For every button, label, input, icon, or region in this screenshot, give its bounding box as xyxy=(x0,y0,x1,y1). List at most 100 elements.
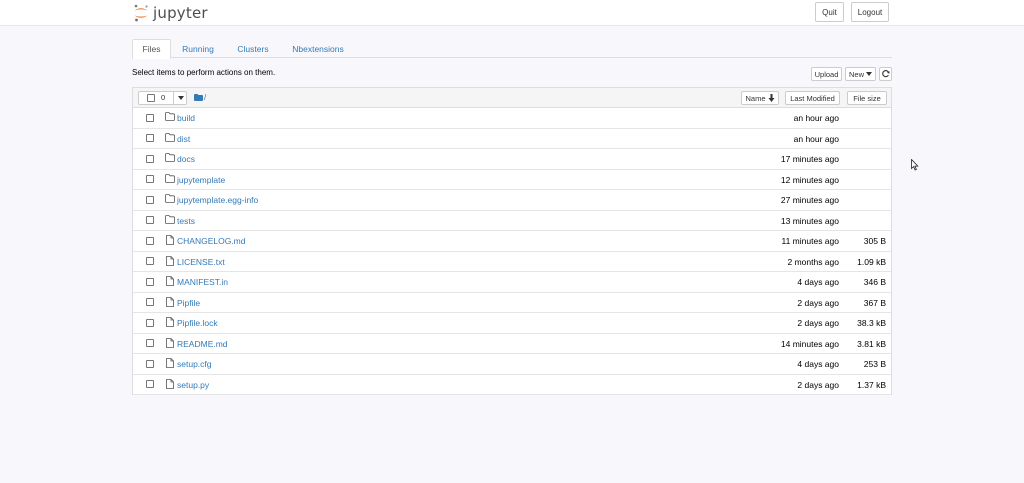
item-size: 3.81 kB xyxy=(857,338,886,349)
file-icon xyxy=(166,358,174,370)
item-modified: 4 days ago xyxy=(797,277,839,287)
upload-button[interactable]: Upload xyxy=(811,67,842,81)
list-item[interactable]: tests 13 minutes ago xyxy=(133,211,891,231)
list-item[interactable]: docs 17 minutes ago xyxy=(133,149,891,170)
item-modified: 17 minutes ago xyxy=(780,154,839,164)
item-name-link[interactable]: Pipfile.lock xyxy=(177,318,218,328)
item-size: 1.09 kB xyxy=(857,256,886,267)
tab-clusters[interactable]: Clusters xyxy=(229,39,277,58)
select-all-checkbox[interactable] xyxy=(147,94,155,102)
item-modified: 27 minutes ago xyxy=(780,195,839,205)
file-icon xyxy=(166,296,174,309)
item-name-link[interactable]: LICENSE.txt xyxy=(177,257,225,267)
list-item[interactable]: MANIFEST.in 4 days ago 346 B xyxy=(133,272,891,293)
item-modified: 2 days ago xyxy=(797,379,839,390)
list-item[interactable]: dist an hour ago xyxy=(133,129,891,149)
item-size: 367 B xyxy=(863,297,886,308)
item-name-link[interactable]: setup.py xyxy=(177,380,209,390)
item-checkbox[interactable] xyxy=(146,195,154,204)
jupyter-logo[interactable]: jupyter xyxy=(133,2,208,24)
item-name-link[interactable]: CHANGELOG.md xyxy=(177,236,246,246)
item-size: 346 B xyxy=(863,277,886,287)
item-name-link[interactable]: setup.cfg xyxy=(177,359,212,369)
item-name-link[interactable]: build xyxy=(177,113,195,123)
file-icon xyxy=(166,317,174,329)
list-item[interactable]: setup.py 2 days ago 1.37 kB xyxy=(133,375,891,395)
list-item[interactable]: CHANGELOG.md 11 minutes ago 305 B xyxy=(133,231,891,252)
item-checkbox[interactable] xyxy=(146,236,154,245)
jupyter-wordmark: jupyter xyxy=(153,4,208,22)
item-checkbox[interactable] xyxy=(146,216,154,224)
list-item[interactable]: jupytemplate.egg-info 27 minutes ago xyxy=(133,190,891,211)
item-name-link[interactable]: jupytemplate.egg-info xyxy=(177,195,258,205)
quit-button[interactable]: Quit xyxy=(815,2,844,22)
item-size: 253 B xyxy=(863,359,886,369)
item-modified: 4 days ago xyxy=(797,359,839,369)
item-checkbox[interactable] xyxy=(146,134,154,142)
selection-instruction: Select items to perform actions on them. xyxy=(132,68,276,77)
tab-nbextensions[interactable]: Nbextensions xyxy=(284,39,352,58)
sort-by-modified-button[interactable]: Last Modified xyxy=(785,91,840,105)
breadcrumb-root[interactable]: / xyxy=(204,93,206,102)
item-checkbox[interactable] xyxy=(146,257,154,265)
list-item[interactable]: README.md 14 minutes ago 3.81 kB xyxy=(133,334,891,354)
list-item[interactable]: jupytemplate 12 minutes ago xyxy=(133,170,891,190)
item-checkbox[interactable] xyxy=(146,113,154,122)
file-icon xyxy=(166,378,174,391)
item-size: 38.3 kB xyxy=(857,318,886,328)
tab-files[interactable]: Files xyxy=(132,39,171,59)
item-modified: 2 months ago xyxy=(787,256,839,267)
folder-icon[interactable] xyxy=(194,94,203,101)
arrow-down-icon xyxy=(768,94,774,102)
list-item[interactable]: setup.cfg 4 days ago 253 B xyxy=(133,354,891,375)
list-item[interactable]: Pipfile.lock 2 days ago 38.3 kB xyxy=(133,313,891,334)
file-icon xyxy=(166,337,174,350)
select-all-control[interactable]: 0 xyxy=(138,91,187,105)
item-checkbox[interactable] xyxy=(146,359,154,368)
folder-icon xyxy=(165,132,175,144)
item-name-link[interactable]: docs xyxy=(177,154,195,164)
file-list: 0 / Name Last Modified File size build an… xyxy=(132,87,892,395)
caret-down-icon xyxy=(177,96,184,100)
item-checkbox[interactable] xyxy=(146,298,154,306)
item-name-link[interactable]: README.md xyxy=(177,339,228,349)
sort-by-size-button[interactable]: File size xyxy=(847,91,887,105)
refresh-button[interactable] xyxy=(879,67,892,81)
item-name-link[interactable]: tests xyxy=(177,216,195,226)
header-bar: jupyter Quit Logout xyxy=(0,0,1024,26)
item-modified: 13 minutes ago xyxy=(780,215,839,226)
list-item[interactable]: Pipfile 2 days ago 367 B xyxy=(133,293,891,313)
item-size: 305 B xyxy=(863,236,886,246)
item-checkbox[interactable] xyxy=(146,380,154,388)
new-button-label: New xyxy=(848,69,864,79)
tab-running[interactable]: Running xyxy=(176,39,220,58)
caret-down-icon xyxy=(866,72,872,76)
selection-menu-toggle[interactable] xyxy=(173,92,187,104)
folder-icon xyxy=(165,112,175,123)
sort-by-name-button[interactable]: Name xyxy=(741,91,779,105)
item-name-link[interactable]: MANIFEST.in xyxy=(177,277,228,287)
file-list-header: 0 / Name Last Modified File size xyxy=(133,88,891,108)
item-checkbox[interactable] xyxy=(146,154,154,163)
item-name-link[interactable]: jupytemplate xyxy=(177,175,225,185)
item-checkbox[interactable] xyxy=(146,339,154,347)
list-item[interactable]: build an hour ago xyxy=(133,108,891,129)
item-name-link[interactable]: Pipfile xyxy=(177,298,200,308)
file-icon xyxy=(166,255,174,268)
item-modified: an hour ago xyxy=(793,113,839,123)
new-dropdown-button[interactable]: New xyxy=(845,67,876,81)
item-checkbox[interactable] xyxy=(146,175,154,183)
item-checkbox[interactable] xyxy=(146,277,154,286)
logout-button[interactable]: Logout xyxy=(851,2,889,22)
item-name-link[interactable]: dist xyxy=(177,134,190,144)
mouse-cursor-icon xyxy=(911,159,919,171)
tab-bar: Files Running Clusters Nbextensions xyxy=(132,39,892,59)
item-modified: 11 minutes ago xyxy=(781,236,840,246)
item-modified: 12 minutes ago xyxy=(780,174,839,185)
item-checkbox[interactable] xyxy=(146,318,154,327)
list-item[interactable]: LICENSE.txt 2 months ago 1.09 kB xyxy=(133,252,891,272)
selected-count: 0 xyxy=(161,93,166,102)
sort-name-label: Name xyxy=(745,93,766,103)
refresh-icon xyxy=(881,70,890,78)
item-modified: 2 days ago xyxy=(797,297,839,308)
